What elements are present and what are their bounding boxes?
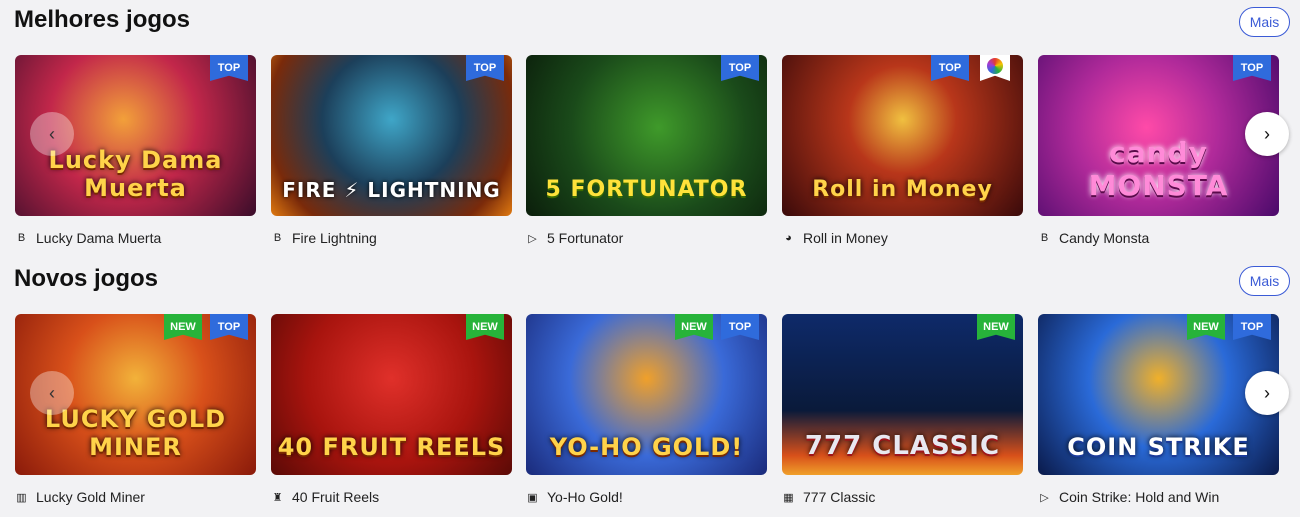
more-button[interactable]: Mais xyxy=(1239,266,1290,296)
game-label: ♜ 40 Fruit Reels xyxy=(271,489,512,505)
game-label: B Fire Lightning xyxy=(271,230,512,246)
provider-icon: ▷ xyxy=(1040,491,1049,504)
provider-icon: ▦ xyxy=(783,491,794,504)
game-art-title: FIRE ⚡ LIGHTNING xyxy=(282,178,501,202)
game-name[interactable]: 777 Classic xyxy=(803,489,875,505)
top-badge: TOP xyxy=(1233,55,1271,81)
game-card[interactable]: 40 FRUIT REELS NEW ♜ 40 Fruit Reels xyxy=(271,314,512,505)
game-thumbnail[interactable]: 40 FRUIT REELS NEW xyxy=(271,314,512,475)
provider-badge-icon xyxy=(980,55,1010,81)
game-card[interactable]: FIRE ⚡ LIGHTNING TOP B Fire Lightning xyxy=(271,55,512,246)
game-name[interactable]: Candy Monsta xyxy=(1059,230,1149,246)
game-name[interactable]: 40 Fruit Reels xyxy=(292,489,379,505)
game-label: ▷ Coin Strike: Hold and Win xyxy=(1038,489,1279,505)
game-name[interactable]: 5 Fortunator xyxy=(547,230,623,246)
game-card[interactable]: YO-HO GOLD! NEW TOP ▣ Yo-Ho Gold! xyxy=(526,314,767,505)
game-art-title: 40 FRUIT REELS xyxy=(277,433,506,461)
carousel-next-button[interactable]: › xyxy=(1245,371,1289,415)
provider-icon: ▥ xyxy=(16,491,27,504)
games-carousel: LUCKY GOLD MINER NEW TOP ▥ Lucky Gold Mi… xyxy=(15,314,1289,514)
top-badge: TOP xyxy=(466,55,504,81)
game-thumbnail[interactable]: YO-HO GOLD! NEW TOP xyxy=(526,314,767,475)
game-thumbnail[interactable]: candy MONSTA TOP xyxy=(1038,55,1279,216)
game-card[interactable]: 5 FORTUNATOR TOP ▷ 5 Fortunator xyxy=(526,55,767,246)
game-thumbnail[interactable]: FIRE ⚡ LIGHTNING TOP xyxy=(271,55,512,216)
game-art-title: Roll in Money xyxy=(812,177,993,202)
new-badge: NEW xyxy=(164,314,202,340)
game-card[interactable]: 777 CLASSIC NEW ▦ 777 Classic xyxy=(782,314,1023,505)
top-badge: TOP xyxy=(210,55,248,81)
game-thumbnail[interactable]: 5 FORTUNATOR TOP xyxy=(526,55,767,216)
section-title: Novos jogos xyxy=(14,265,159,292)
section-title: Melhores jogos xyxy=(14,6,191,33)
game-label: ▦ 777 Classic xyxy=(782,489,1023,505)
provider-icon: B xyxy=(1040,232,1049,244)
provider-icon: ▷ xyxy=(528,232,537,245)
game-name[interactable]: Lucky Dama Muerta xyxy=(36,230,161,246)
top-badge: TOP xyxy=(721,55,759,81)
game-name[interactable]: Fire Lightning xyxy=(292,230,377,246)
carousel-prev-button[interactable]: ‹ xyxy=(30,371,74,415)
game-art-title: 5 FORTUNATOR xyxy=(545,177,748,202)
game-art-title: YO-HO GOLD! xyxy=(549,433,744,461)
game-label: ▥ Lucky Gold Miner xyxy=(15,489,256,505)
provider-icon: B xyxy=(17,232,26,244)
game-label: B Candy Monsta xyxy=(1038,230,1279,246)
top-badge: TOP xyxy=(721,314,759,340)
game-card[interactable]: Roll in Money TOP ◕ Roll in Money xyxy=(782,55,1023,246)
game-label: ▷ 5 Fortunator xyxy=(526,230,767,246)
provider-icon: ♜ xyxy=(272,491,283,504)
game-art-title: 777 CLASSIC xyxy=(804,431,1001,461)
game-thumbnail[interactable]: Roll in Money TOP xyxy=(782,55,1023,216)
game-name[interactable]: Lucky Gold Miner xyxy=(36,489,145,505)
game-card[interactable]: COIN STRIKE NEW TOP ▷ Coin Strike: Hold … xyxy=(1038,314,1279,505)
game-label: B Lucky Dama Muerta xyxy=(15,230,256,246)
carousel-next-button[interactable]: › xyxy=(1245,112,1289,156)
top-badge: TOP xyxy=(210,314,248,340)
game-thumbnail[interactable]: 777 CLASSIC NEW xyxy=(782,314,1023,475)
new-badge: NEW xyxy=(1187,314,1225,340)
game-label: ◕ Roll in Money xyxy=(782,230,1023,246)
game-thumbnail[interactable]: COIN STRIKE NEW TOP xyxy=(1038,314,1279,475)
game-art-title: COIN STRIKE xyxy=(1067,433,1250,461)
game-name[interactable]: Roll in Money xyxy=(803,230,888,246)
new-badge: NEW xyxy=(466,314,504,340)
games-carousel: Lucky Dama Muerta TOP B Lucky Dama Muert… xyxy=(15,55,1289,255)
top-badge: TOP xyxy=(1233,314,1271,340)
provider-icon: ◕ xyxy=(785,232,792,244)
game-label: ▣ Yo-Ho Gold! xyxy=(526,489,767,505)
game-card[interactable]: candy MONSTA TOP B Candy Monsta xyxy=(1038,55,1279,246)
game-art-title: candy MONSTA xyxy=(1088,136,1229,202)
game-name[interactable]: Yo-Ho Gold! xyxy=(547,489,623,505)
provider-icon: B xyxy=(273,232,282,244)
game-name[interactable]: Coin Strike: Hold and Win xyxy=(1059,489,1219,505)
top-badge: TOP xyxy=(931,55,969,81)
provider-icon: ▣ xyxy=(527,491,538,504)
more-button[interactable]: Mais xyxy=(1239,7,1290,37)
new-badge: NEW xyxy=(977,314,1015,340)
carousel-prev-button[interactable]: ‹ xyxy=(30,112,74,156)
new-badge: NEW xyxy=(675,314,713,340)
